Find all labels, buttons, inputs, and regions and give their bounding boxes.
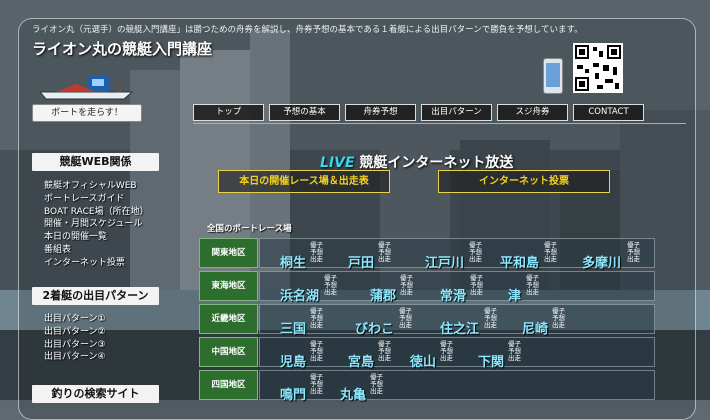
venue-tags[interactable]: 優子 予想 出走 xyxy=(627,242,640,263)
venue-tags[interactable]: 優子 予想 出走 xyxy=(526,275,539,296)
live-title: 競艇インターネット放送 xyxy=(359,155,514,171)
link-official-web[interactable]: 競艇オフィシャルWEB xyxy=(44,180,149,193)
venue-tags[interactable]: 優子 予想 出走 xyxy=(440,341,453,362)
nav-top[interactable]: トップ xyxy=(193,104,264,121)
venue-tags[interactable]: 優子 予想 出走 xyxy=(310,341,323,362)
nav-divider xyxy=(193,123,686,124)
region-row-shikoku: 四国地区 鳴門 優子 予想 出走 丸亀 優子 予想 出走 xyxy=(197,368,655,403)
kyotei-web-links: 競艇オフィシャルWEB ボートレースガイド BOAT RACE場（所在地） 開催… xyxy=(44,180,149,270)
venue-bar: 浜名湖 優子 予想 出走 蒲郡 優子 予想 出走 常滑 優子 予想 出走 津 優子 予想 出走 xyxy=(259,271,655,304)
link-today-list[interactable]: 本日の開催一覧 xyxy=(44,231,149,244)
nav-contact[interactable]: CONTACT xyxy=(573,104,644,121)
link-pattern-4[interactable]: 出目パターン④ xyxy=(44,351,106,364)
region-label: 四国地区 xyxy=(199,370,258,400)
region-label: 近畿地区 xyxy=(199,304,258,334)
national-venues-label: 全国のボートレース場 xyxy=(207,224,292,234)
region-label: 関東地区 xyxy=(199,238,258,268)
nav-basics[interactable]: 予想の基本 xyxy=(269,104,340,121)
venue-bar: 三国 優子 予想 出走 びわこ 優子 予想 出走 住之江 優子 予想 出走 尼崎 優子 予想出… xyxy=(259,304,655,337)
venue-tags[interactable]: 優子 予想 出走 xyxy=(399,308,412,329)
internet-vote-button[interactable]: インターネット投票 xyxy=(438,170,610,193)
site-title[interactable]: ライオン丸の競艇入門講座 xyxy=(32,38,212,59)
venue-tags[interactable]: 優子 予想 出走 xyxy=(470,275,483,296)
nav-ticket-prediction[interactable]: 舟券予想 xyxy=(345,104,416,121)
venue-tags[interactable]: 優子 予想 出走 xyxy=(508,341,521,362)
venue-tags[interactable]: 優子 予想 出走 xyxy=(310,308,323,329)
section-fishing-search: 釣りの検索サイト xyxy=(32,385,159,403)
venue-tags[interactable]: 優子 予想 出走 xyxy=(484,308,497,329)
venue-bar: 鳴門 優子 予想 出走 丸亀 優子 予想 出走 xyxy=(259,370,655,403)
region-row-chugoku: 中国地区 児島 優子 予想 出走 宮島 優子 予想 出走 徳山 優子 予想 出走 下関 優子… xyxy=(197,335,655,370)
site-intro: ライオン丸（元選手）の競艇入門講座」は勝つための舟券を解説し、舟券予想の基本であ… xyxy=(32,25,583,35)
link-schedule[interactable]: 開催・月間スケジュール xyxy=(44,218,149,231)
boat-icon[interactable] xyxy=(36,66,140,102)
live-label: LIVE xyxy=(320,155,355,171)
phone-icon[interactable] xyxy=(543,58,563,94)
venue-tags[interactable]: 優子 予想 出走 xyxy=(544,242,557,263)
link-boatrace-guide[interactable]: ボートレースガイド xyxy=(44,193,149,206)
venue-tags[interactable]: 優子 予想 出走 xyxy=(378,242,391,263)
venue-tags[interactable]: 優子 予想 出走 xyxy=(469,242,482,263)
region-row-kanto: 関東地区 桐生 優子 予想 出走 戸田 優子 予想 出走 江戸川 優子 予想 出走 平和島 … xyxy=(197,236,655,271)
venue-tags[interactable]: 優子 予想 出走 xyxy=(378,341,391,362)
nav-suji-ticket[interactable]: スジ舟券 xyxy=(497,104,568,121)
region-row-tokai: 東海地区 浜名湖 優子 予想 出走 蒲郡 優子 予想 出走 常滑 優子 予想 出走 津 優子… xyxy=(197,269,655,304)
region-label: 東海地区 xyxy=(199,271,258,301)
pattern-links: 出目パターン① 出目パターン② 出目パターン③ 出目パターン④ xyxy=(44,313,106,364)
today-venues-button[interactable]: 本日の開催レース場＆出走表 xyxy=(218,170,390,193)
run-boat-button[interactable]: ボートを走らす！ xyxy=(32,104,142,122)
region-label: 中国地区 xyxy=(199,337,258,367)
venue-tags[interactable]: 優子 予想 出走 xyxy=(310,374,323,395)
venue-name[interactable]: 丸亀 xyxy=(340,384,366,403)
venue-tags[interactable]: 優子 予想 出走 xyxy=(324,275,337,296)
qr-code-icon xyxy=(573,43,623,93)
link-internet-vote[interactable]: インターネット投票 xyxy=(44,257,149,270)
link-pattern-3[interactable]: 出目パターン③ xyxy=(44,339,106,352)
section-second-boat-pattern: 2着艇の出目パターン xyxy=(32,287,159,305)
nav-deme-pattern[interactable]: 出目パターン xyxy=(421,104,492,121)
link-boatrace-venues[interactable]: BOAT RACE場（所在地） xyxy=(44,206,149,219)
venue-tags[interactable]: 優子 予想 出走 xyxy=(400,275,413,296)
venue-bar: 桐生 優子 予想 出走 戸田 優子 予想 出走 江戸川 優子 予想 出走 平和島 優子 予想出… xyxy=(259,238,655,271)
venue-tags[interactable]: 優子 予想 出走 xyxy=(370,374,383,395)
venue-bar: 児島 優子 予想 出走 宮島 優子 予想 出走 徳山 優子 予想 出走 下関 優子 予想 出走 xyxy=(259,337,655,370)
section-kyotei-web: 競艇WEB関係 xyxy=(32,153,159,171)
venue-tags[interactable]: 優子 予想 出走 xyxy=(552,308,565,329)
venue-tags[interactable]: 優子 予想 出走 xyxy=(310,242,323,263)
link-program[interactable]: 番組表 xyxy=(44,244,149,257)
live-broadcast-heading: LIVE 競艇インターネット放送 xyxy=(320,152,513,172)
link-pattern-1[interactable]: 出目パターン① xyxy=(44,313,106,326)
region-row-kinki: 近畿地区 三国 優子 予想 出走 びわこ 優子 予想 出走 住之江 優子 予想 出走 尼崎 … xyxy=(197,302,655,337)
venue-name[interactable]: 鳴門 xyxy=(280,384,306,403)
link-pattern-2[interactable]: 出目パターン② xyxy=(44,326,106,339)
